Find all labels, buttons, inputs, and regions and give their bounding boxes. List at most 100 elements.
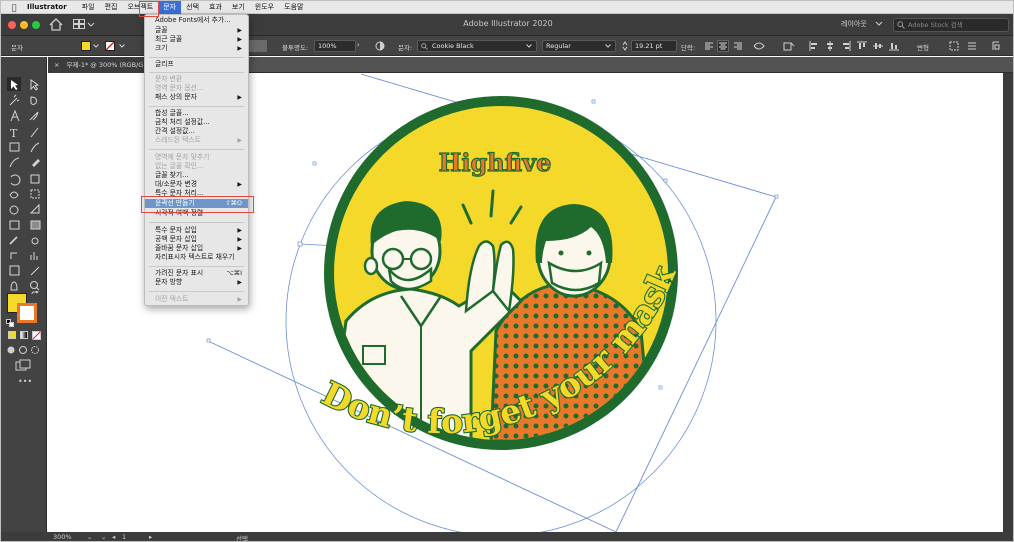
opacity-arrow-icon[interactable]: › <box>357 41 360 49</box>
menu-item-label: 패스 상의 문자 <box>155 93 197 101</box>
align-bottom-objects-icon[interactable] <box>889 41 899 51</box>
font-style-field[interactable]: Regular <box>542 40 616 52</box>
menu-item-insert-whitespace[interactable]: 공백 문자 삽입 ▶ <box>145 235 248 244</box>
menu-select[interactable]: 선택 <box>181 1 204 14</box>
prev-artboard-icon[interactable]: ◂ <box>112 533 115 541</box>
menu-item-insert-break[interactable]: 줄바꿈 문자 삽입 ▶ <box>145 244 248 253</box>
default-colors-icon[interactable] <box>6 319 14 327</box>
curvature-tool-icon <box>29 111 39 121</box>
menu-item-type-on-path[interactable]: 패스 상의 문자 ▶ <box>145 93 248 102</box>
menu-item-fit-headline: 영역에 문자 맞추기 <box>145 153 248 162</box>
artboard-number-field[interactable]: 1 <box>122 533 126 541</box>
align-vcenter-objects-icon[interactable] <box>873 41 883 51</box>
gradient-mode-button[interactable] <box>20 331 28 339</box>
screen-mode-icon[interactable] <box>15 359 31 371</box>
rotate-view-field[interactable]: ⌄ <box>101 533 106 541</box>
menu-item-threaded-text: 스레드된 텍스트 ▶ <box>145 136 248 145</box>
zoom-level-field[interactable]: 300% <box>53 533 72 541</box>
menu-separator <box>149 149 244 150</box>
panel-menu-icon[interactable] <box>967 41 977 51</box>
type-menu-dropdown: Adobe Fonts에서 추가... 글꼴 ▶ 최근 글꼴 ▶ 크기 ▶ 글리프 문… <box>144 14 249 306</box>
chevron-down-icon[interactable] <box>119 44 125 48</box>
opacity-field[interactable]: 100% <box>314 40 356 52</box>
adobe-stock-search-input[interactable]: Adobe Stock 검색 <box>893 18 1009 32</box>
font-family-field[interactable]: Cookie Black <box>417 40 537 52</box>
tools-grid: T <box>7 77 41 291</box>
isolate-icon[interactable] <box>949 41 959 51</box>
menu-item-label: 대/소문자 변경 <box>155 180 197 188</box>
badge-title: Highfive <box>439 148 552 177</box>
menu-item-size[interactable]: 크기 ▶ <box>145 44 248 53</box>
free-transform-tool-icon <box>30 189 40 199</box>
none-mode-button[interactable] <box>32 331 41 340</box>
menu-item-recent-fonts[interactable]: 최근 글꼴 ▶ <box>145 35 248 44</box>
menu-item-find-font[interactable]: 글꼴 찾기... <box>145 171 248 180</box>
menu-item-type-orientation[interactable]: 문자 방향 ▶ <box>145 278 248 287</box>
arrange-icon[interactable] <box>991 41 1001 51</box>
menu-item-label: 문자 방향 <box>155 278 183 286</box>
menu-item-label: 이전 텍스트 <box>155 295 189 303</box>
transform-icon[interactable] <box>783 41 795 51</box>
menu-item-fill-placeholder[interactable]: 자리표시자 텍스트로 채우기 <box>145 253 248 262</box>
perspective-grid-tool-icon <box>29 203 40 214</box>
menu-item-kinsoku-settings[interactable]: 금칙 처리 설정값... <box>145 118 248 127</box>
app-name-menu[interactable]: Illustrator <box>27 3 67 11</box>
align-top-objects-icon[interactable] <box>857 41 867 51</box>
menu-item-mojikumi-settings[interactable]: 간격 설정값... <box>145 127 248 136</box>
menu-type[interactable]: 문자 <box>158 1 182 14</box>
align-left-icon[interactable] <box>704 41 714 51</box>
menu-effect[interactable]: 효과 <box>204 1 227 14</box>
chevron-down-icon <box>526 44 532 48</box>
font-size-stepper-icon[interactable] <box>622 41 628 51</box>
line-tool-icon <box>30 127 39 138</box>
menu-item-show-hidden-characters[interactable]: 가려진 문자 표시 ⌥⌘I <box>145 269 248 278</box>
font-size-field[interactable]: 19.21 pt <box>631 40 677 52</box>
apple-icon[interactable]:  <box>1 3 27 12</box>
vertical-scrollbar[interactable] <box>1003 73 1013 532</box>
fill-swatch[interactable] <box>81 41 91 51</box>
close-tab-icon[interactable]: × <box>54 61 59 69</box>
paintbrush-tool-icon <box>30 142 40 153</box>
menu-item-insert-special-character[interactable]: 특수 문자 삽입 ▶ <box>145 226 248 235</box>
menu-item-label: 글꼴 <box>155 26 168 34</box>
menu-window[interactable]: 윈도우 <box>250 1 279 14</box>
menu-edit[interactable]: 편집 <box>100 1 123 14</box>
submenu-arrow-icon: ▶ <box>237 181 242 188</box>
chevron-down-icon[interactable] <box>93 44 99 48</box>
menu-view[interactable]: 보기 <box>227 1 250 14</box>
char-style-icon[interactable] <box>753 41 765 51</box>
path-handle <box>206 338 211 343</box>
stroke-swatch[interactable] <box>105 41 115 51</box>
menu-item-label: 금칙 처리 설정값... <box>155 118 210 126</box>
menu-item-convert-type: 문자 변환 <box>145 75 248 84</box>
transform-label[interactable]: 변형 <box>917 42 929 52</box>
align-center-icon[interactable] <box>717 40 729 52</box>
menu-help[interactable]: 도움말 <box>279 1 308 14</box>
menu-item-composite-fonts[interactable]: 합성 글꼴... <box>145 109 248 118</box>
menu-item-glyphs[interactable]: 글리프 <box>145 60 248 69</box>
color-mode-button[interactable] <box>8 331 16 339</box>
menu-item-font[interactable]: 글꼴 ▶ <box>145 26 248 35</box>
recolor-icon[interactable] <box>375 41 385 51</box>
align-right-objects-icon[interactable] <box>841 41 851 51</box>
stroke-weight-field[interactable] <box>249 40 267 52</box>
type-tool-icon: T <box>10 127 18 140</box>
zoom-dropdown-icon[interactable]: ⌄ <box>87 533 92 541</box>
align-left-objects-icon[interactable] <box>809 41 819 51</box>
layout-menu[interactable]: 레이아웃 <box>841 19 867 29</box>
align-right-icon[interactable] <box>733 41 743 51</box>
more-tools-icon[interactable]: ••• <box>18 377 32 386</box>
menu-item-change-case[interactable]: 대/소문자 변경 ▶ <box>145 180 248 189</box>
next-artboard-icon[interactable]: ▸ <box>149 533 152 541</box>
menu-item-label: 글꼴 찾기... <box>155 171 189 179</box>
chevron-down-icon[interactable] <box>875 21 883 27</box>
align-hcenter-objects-icon[interactable] <box>825 41 835 51</box>
menu-item-label: 간격 설정값... <box>155 127 195 135</box>
swap-colors-icon[interactable] <box>31 291 39 299</box>
menu-item-add-adobe-fonts[interactable]: Adobe Fonts에서 추가... <box>145 16 248 25</box>
submenu-arrow-icon: ▶ <box>237 245 242 252</box>
menu-file[interactable]: 파일 <box>77 1 100 14</box>
drawing-modes-icon[interactable] <box>7 345 41 355</box>
stroke-color-box[interactable] <box>17 303 37 323</box>
menu-item-label: 영역에 문자 맞추기 <box>155 153 210 161</box>
